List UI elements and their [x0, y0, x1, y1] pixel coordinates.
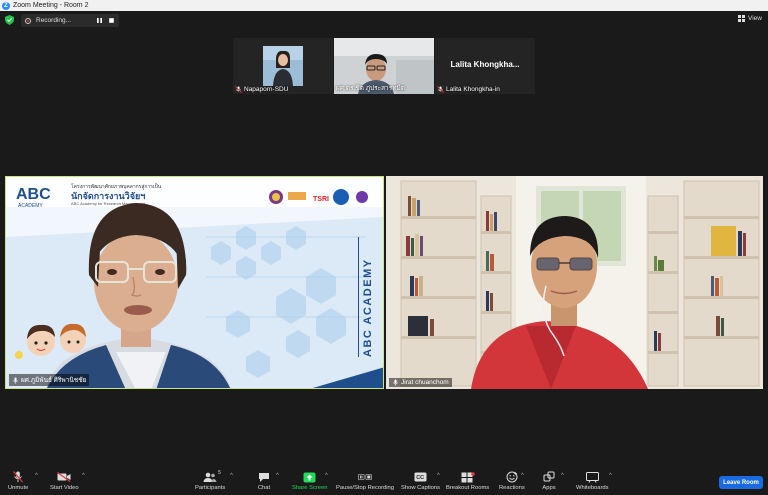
start-video-label: Start Video [50, 485, 79, 491]
stop-recording-icon[interactable] [108, 17, 115, 24]
grid-view-icon [738, 15, 746, 22]
recording-icon [25, 17, 31, 24]
svg-text:TSRI: TSRI [313, 196, 329, 203]
participant-thumbnail[interactable]: ผศ.ดร.ชิต ภู่ประสารทมิต [334, 38, 434, 94]
svg-text:CC: CC [416, 475, 424, 481]
apps-label: Apps [542, 485, 556, 491]
mic-muted-icon [13, 471, 24, 483]
participant-video-tile[interactable]: Jirat chuanchom [386, 176, 763, 389]
abc-logo: ABC [16, 186, 51, 203]
participant-video-tile[interactable]: ABC ACADEMY โครงการพัฒนาศักยภาพบุคลากรสู… [5, 176, 384, 389]
whiteboards-label: Whiteboards [576, 485, 609, 491]
participants-count: 5 [218, 470, 221, 476]
breakout-rooms-icon [461, 471, 475, 482]
participants-options-caret[interactable]: ^ [230, 473, 233, 479]
share-options-caret[interactable]: ^ [325, 473, 328, 479]
mic-muted-icon [437, 86, 444, 93]
participant-name: Jirat chuanchom [401, 379, 449, 386]
show-captions-button[interactable]: CC Show Captions [401, 471, 440, 491]
mic-icon [13, 376, 18, 384]
participant-label: ผศ.ดร.ชิต ภู่ประสารทมิต [336, 83, 405, 93]
shield-icon[interactable] [5, 15, 14, 25]
svg-text:ACADEMY: ACADEMY [18, 203, 43, 209]
apps-options-caret[interactable]: ^ [561, 473, 564, 479]
mic-icon [393, 379, 398, 386]
apps-icon [543, 471, 555, 482]
title-bar: Z Zoom Meeting - Room 2 [0, 0, 768, 11]
participants-icon [203, 472, 217, 482]
reactions-icon [506, 471, 518, 483]
recording-label: Recording... [36, 17, 72, 24]
chat-icon [259, 472, 269, 482]
unmute-button[interactable]: Unmute [8, 471, 28, 491]
pause-recording-icon[interactable] [96, 17, 103, 24]
participant-name: Napaporn-SDU [244, 86, 289, 93]
unmute-label: Unmute [8, 485, 29, 491]
participant-thumbnail[interactable]: Napaporn-SDU [233, 38, 333, 94]
chat-options-caret[interactable]: ^ [276, 473, 279, 479]
zoom-logo-icon: Z [2, 1, 10, 10]
share-screen-icon [303, 472, 316, 482]
reactions-options-caret[interactable]: ^ [521, 473, 524, 479]
whiteboards-options-caret[interactable]: ^ [609, 473, 612, 479]
slide-title: นักจัดการงานวิจัยฯ [71, 191, 145, 201]
pause-stop-recording-button[interactable]: Pause/Stop Recording [336, 471, 394, 491]
share-screen-button[interactable]: Share Screen [292, 471, 327, 491]
participant-video [386, 176, 763, 389]
participant-label: Lalita Khongkha-in [437, 86, 500, 93]
share-screen-label: Share Screen [292, 485, 328, 491]
right-bookshelf [647, 180, 760, 387]
whiteboards-button[interactable]: Whiteboards [576, 471, 609, 491]
window-title: Zoom Meeting - Room 2 [13, 2, 89, 9]
view-label: View [748, 15, 762, 22]
mic-muted-icon [235, 86, 242, 93]
view-button[interactable]: View [738, 15, 762, 22]
show-captions-label: Show Captions [401, 485, 440, 491]
chat-label: Chat [257, 485, 271, 491]
participant-label: Napaporn-SDU [235, 86, 288, 93]
meeting-toolbar: Unmute ^ Start Video ^ 5 Participants ^ … [0, 469, 768, 495]
participant-label: Jirat chuanchom [389, 378, 452, 387]
breakout-rooms-button[interactable]: Breakout Rooms [446, 471, 489, 491]
participants-label: Participants [195, 485, 226, 491]
slide-side-text: ABC ACADEMY [362, 258, 374, 357]
captions-options-caret[interactable]: ^ [437, 473, 440, 479]
chat-button[interactable]: Chat [257, 471, 271, 491]
audio-options-caret[interactable]: ^ [35, 473, 38, 479]
participant-name: ผศ.ดร.ชิต ภู่ประสารทมิต [336, 85, 405, 92]
participant-label: ผศ.ภูมิพันธ์ ศิริพานิชชัย [9, 374, 90, 386]
virtual-background: ABC ACADEMY โครงการพัฒนาศักยภาพบุคลากรสู… [6, 177, 383, 388]
apps-button[interactable]: Apps [542, 471, 556, 491]
participant-thumbnail[interactable]: Lalita Khongkha... Lalita Khongkha-in [435, 38, 535, 94]
participants-button[interactable]: 5 Participants [195, 470, 226, 491]
pause-recording-label: Pause/Stop Recording [336, 485, 395, 491]
start-video-button[interactable]: Start Video [50, 471, 79, 491]
participant-name: Lalita Khongkha-in [446, 86, 500, 93]
reactions-label: Reactions [499, 485, 525, 491]
leave-room-button[interactable]: Leave Room [719, 476, 763, 489]
recording-indicator[interactable]: Recording... [21, 14, 120, 27]
video-off-icon [57, 472, 71, 482]
participant-name-display: Lalita Khongkha... [450, 60, 520, 69]
slide-header: โครงการพัฒนาศักยภาพบุคลากรสู่การเป็น [71, 182, 162, 190]
participant-name: ผศ.ภูมิพันธ์ ศิริพานิชชัย [21, 377, 87, 384]
pause-stop-icon [358, 474, 372, 480]
video-options-caret[interactable]: ^ [82, 473, 85, 479]
captions-icon: CC [414, 472, 427, 482]
meeting-topbar: Recording... View [0, 11, 768, 30]
whiteboard-icon [585, 471, 599, 483]
breakout-rooms-label: Breakout Rooms [446, 485, 490, 491]
